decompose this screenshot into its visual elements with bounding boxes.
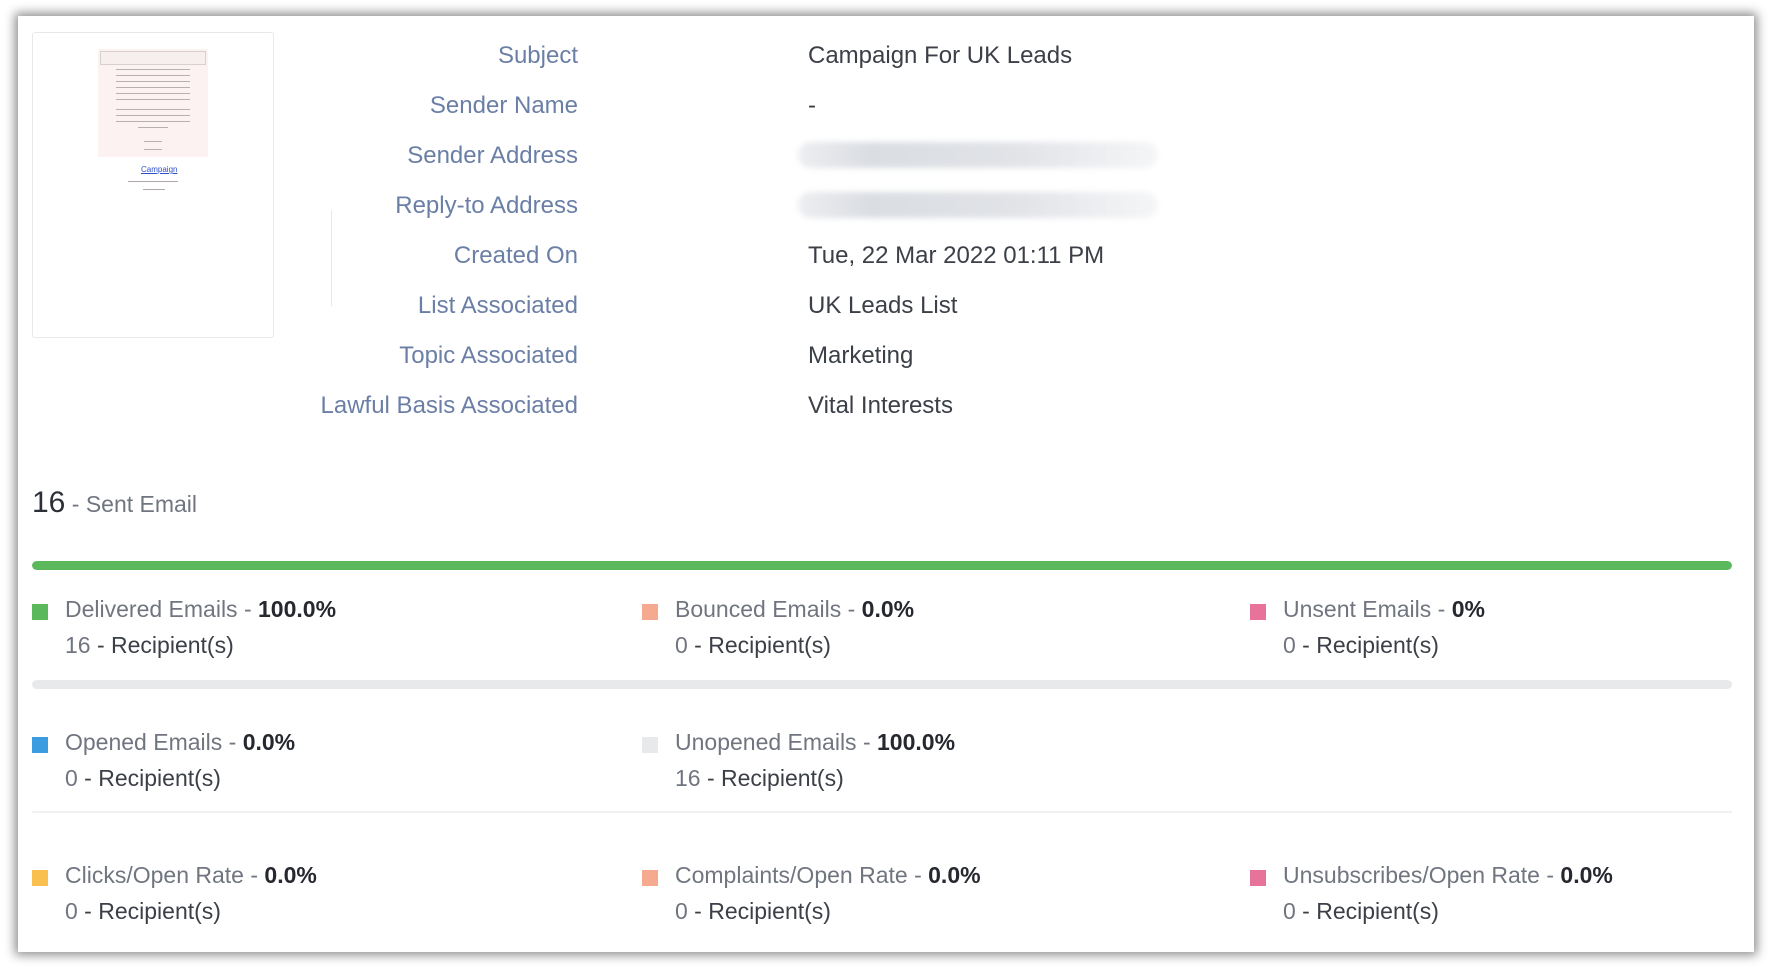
stat-unsent-emails: Unsent Emails - 0% 0 - Recipient(s): [1250, 596, 1754, 666]
stat-clicks-open-rate: Clicks/Open Rate - 0.0% 0 - Recipient(s): [32, 862, 592, 932]
rate-divider: [32, 811, 1732, 813]
subject-label: Subject: [497, 42, 578, 69]
delivery-progress-bar: [32, 561, 1732, 570]
detail-row-sender-address: Sender Address: [318, 142, 1418, 182]
email-preview-link: Campaign: [141, 165, 178, 174]
delivered-count: 16: [65, 632, 91, 658]
clicks-percent: 0.0%: [264, 862, 317, 888]
bounced-count: 0: [675, 632, 688, 658]
unsent-swatch: [1250, 604, 1266, 620]
unsent-percent: 0%: [1451, 596, 1485, 622]
unsubscribes-percent: 0.0%: [1560, 862, 1613, 888]
bounced-percent: 0.0%: [861, 596, 915, 622]
opened-percent: 0.0%: [242, 729, 296, 755]
sender-address-redacted: [798, 142, 1158, 168]
delivered-swatch: [32, 604, 48, 620]
sender-address-label: Sender Address: [407, 142, 578, 169]
stat-delivered-emails: Delivered Emails - 100.0% 16 - Recipient…: [32, 596, 592, 666]
created-on-label: Created On: [453, 242, 578, 269]
unsubscribes-count: 0: [1283, 898, 1296, 924]
bounced-swatch: [642, 604, 658, 620]
sent-email-summary: 16 - Sent Email: [32, 486, 197, 520]
clicks-label: Clicks/Open Rate: [65, 862, 244, 888]
detail-row-topic-associated: Topic Associated Marketing: [318, 342, 1418, 382]
unsent-label: Unsent Emails: [1283, 596, 1432, 622]
delivery-progress-fill: [32, 561, 1732, 570]
detail-row-reply-to-address: Reply-to Address: [318, 192, 1418, 232]
stat-unopened-emails: Unopened Emails - 100.0% 16 - Recipient(…: [642, 729, 1202, 799]
complaints-label: Complaints/Open Rate: [675, 862, 908, 888]
open-progress-bar: [32, 680, 1732, 689]
unopened-swatch: [642, 737, 658, 753]
sent-email-label: - Sent Email: [65, 491, 198, 517]
list-associated-value: UK Leads List: [808, 292, 958, 319]
detail-row-created-on: Created On Tue, 22 Mar 2022 01:11 PM: [318, 242, 1418, 282]
topic-associated-value: Marketing: [808, 342, 914, 369]
created-on-value: Tue, 22 Mar 2022 01:11 PM: [808, 242, 1105, 269]
unopened-count: 16: [675, 765, 701, 791]
opened-label: Opened Emails: [65, 729, 223, 755]
lawful-basis-value: Vital Interests: [808, 392, 953, 419]
delivered-label: Delivered Emails: [65, 596, 238, 622]
delivered-percent: 100.0%: [258, 596, 337, 622]
sender-name-value: -: [808, 92, 816, 119]
lawful-basis-label: Lawful Basis Associated: [320, 392, 578, 419]
unopened-percent: 100.0%: [877, 729, 956, 755]
stat-opened-emails: Opened Emails - 0.0% 0 - Recipient(s): [32, 729, 592, 799]
sent-email-count: 16: [32, 486, 66, 519]
stat-unsubscribes-open-rate: Unsubscribes/Open Rate - 0.0% 0 - Recipi…: [1250, 862, 1754, 932]
reply-to-address-label: Reply-to Address: [395, 192, 578, 219]
opened-count: 0: [65, 765, 78, 791]
detail-row-lawful-basis: Lawful Basis Associated Vital Interests: [318, 392, 1418, 432]
topic-associated-label: Topic Associated: [399, 342, 578, 369]
unsubscribes-swatch: [1250, 870, 1266, 886]
sender-name-label: Sender Name: [429, 92, 578, 119]
email-preview-page: [98, 49, 208, 157]
reply-to-address-redacted: [798, 192, 1158, 218]
clicks-count: 0: [65, 898, 78, 924]
list-associated-label: List Associated: [417, 292, 578, 319]
detail-row-subject: Subject Campaign For UK Leads: [318, 42, 1418, 82]
email-preview-header: [100, 51, 206, 65]
unopened-label: Unopened Emails: [675, 729, 857, 755]
stat-bounced-emails: Bounced Emails - 0.0% 0 - Recipient(s): [642, 596, 1202, 666]
complaints-swatch: [642, 870, 658, 886]
campaign-summary-panel: Campaign Subject Campaign For UK Leads S…: [18, 16, 1754, 952]
detail-row-sender-name: Sender Name -: [318, 92, 1418, 132]
complaints-percent: 0.0%: [928, 862, 981, 888]
stat-complaints-open-rate: Complaints/Open Rate - 0.0% 0 - Recipien…: [642, 862, 1202, 932]
opened-swatch: [32, 737, 48, 753]
unsent-count: 0: [1283, 632, 1296, 658]
complaints-count: 0: [675, 898, 688, 924]
unsubscribes-label: Unsubscribes/Open Rate: [1283, 862, 1540, 888]
detail-row-list-associated: List Associated UK Leads List: [318, 292, 1418, 332]
email-preview-thumbnail[interactable]: Campaign: [32, 32, 274, 338]
bounced-label: Bounced Emails: [675, 596, 842, 622]
clicks-swatch: [32, 870, 48, 886]
subject-value: Campaign For UK Leads: [808, 42, 1073, 69]
